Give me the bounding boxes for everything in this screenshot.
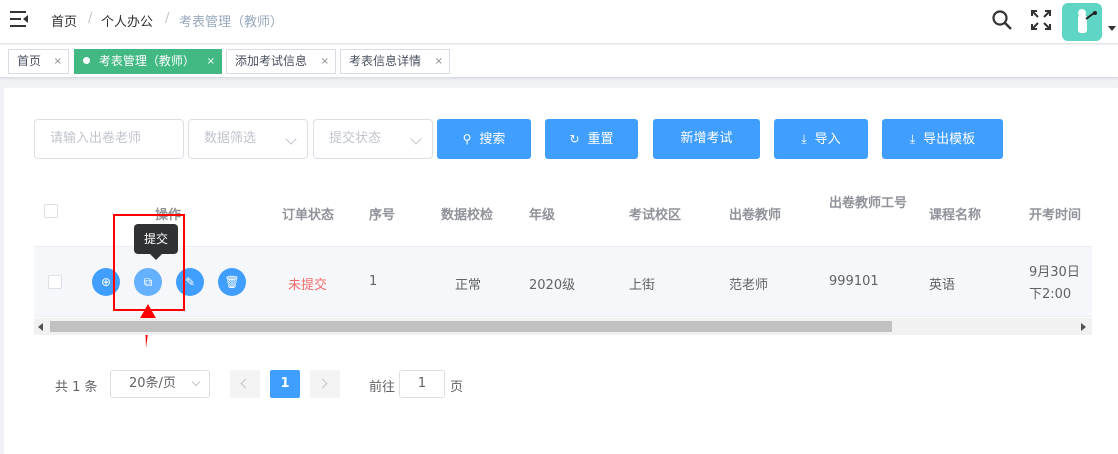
refresh-icon: ↻ [569,132,580,146]
page-size-value: 20条/页 [129,376,176,391]
select-all-checkbox[interactable] [44,204,58,218]
index-cell: 1 [369,274,378,289]
data-filter-select[interactable]: 数据筛选 [188,119,308,159]
search-button-label: 搜索 [479,132,506,147]
chevron-down-icon [410,133,422,145]
reset-button-label: 重置 [587,132,614,147]
column-header: 序号 [369,208,396,223]
user-avatar[interactable] [1062,3,1102,41]
prev-page-button[interactable] [230,370,260,398]
grade-cell: 2020级 [529,278,576,293]
tag-add-exam-info[interactable]: 添加考试信息 × [226,49,336,74]
add-exam-button-label: 新增考试 [680,131,733,146]
scroll-left-arrow-icon[interactable] [38,323,43,331]
start-time-cell: 9月30日下2:00 [1029,265,1080,302]
breadcrumb-separator: / [88,11,93,26]
row-checkbox[interactable] [48,275,62,289]
delete-button[interactable]: 🗑 [218,268,246,296]
breadcrumb-office[interactable]: 个人办公 [101,11,153,30]
horizontal-scrollbar[interactable] [34,318,1092,335]
order-status-cell: 未提交 [288,278,328,293]
tag-exam-detail[interactable]: 考表信息详情 × [340,49,450,74]
column-header: 年级 [529,208,556,223]
column-header: 课程名称 [929,208,982,223]
reset-button[interactable]: ↻ 重置 [545,119,638,159]
goto-label: 前往 [369,380,396,395]
breadcrumb-separator: / [165,11,170,26]
scroll-right-arrow-icon[interactable] [1081,323,1086,331]
chevron-down-icon [191,377,201,387]
column-header: 出卷教师工号 [829,196,908,211]
teacher-cell: 范老师 [729,278,769,293]
close-icon[interactable]: × [321,50,329,73]
close-icon[interactable]: × [54,50,62,73]
export-template-button[interactable]: ⤓ 导出模板 [882,119,1003,159]
pagination-total: 共 1 条 [55,380,98,395]
next-page-button[interactable] [310,370,340,398]
campus-cell: 上街 [629,278,656,293]
column-header: 数据校检 [441,208,494,223]
close-icon[interactable]: × [435,50,443,73]
submit-status-placeholder: 提交状态 [329,131,382,146]
active-dot-icon [83,57,90,64]
fullscreen-icon[interactable] [1030,9,1052,31]
column-header: 考试校区 [629,208,682,223]
download-icon: ⤓ [909,132,916,146]
edit-icon: ✎ [184,275,196,289]
search-button[interactable]: ⚲ 搜索 [437,119,531,159]
course-cell: 英语 [929,278,956,293]
data-filter-placeholder: 数据筛选 [204,131,257,146]
chevron-right-icon [317,378,328,389]
breadcrumb-current: 考表管理（教师） [179,15,284,30]
data-check-cell: 正常 [455,278,482,293]
search-icon[interactable] [991,9,1013,31]
trash-icon: 🗑 [224,275,240,289]
scrollbar-thumb[interactable] [50,321,892,332]
add-exam-button[interactable]: 新增考试 [653,119,760,159]
search-icon: ⚲ [462,132,472,146]
tag-label: 添加考试信息 [235,54,308,68]
page-size-select[interactable]: 20条/页 [110,370,210,398]
tag-exam-management[interactable]: 考表管理（教师） × [74,49,222,74]
tag-label: 首页 [17,54,42,68]
hamburger-icon[interactable] [10,11,28,27]
annotation-highlight-box [113,214,185,311]
column-header: 订单状态 [282,208,335,223]
export-template-button-label: 导出模板 [923,132,976,147]
tag-label: 考表管理（教师） [98,54,195,68]
tag-home[interactable]: 首页 × [8,49,69,74]
close-icon[interactable]: × [207,50,215,73]
page-number-current[interactable]: 1 [270,370,300,398]
chevron-left-icon [240,378,251,389]
breadcrumb-home[interactable]: 首页 [51,11,77,30]
teacher-id-cell: 999101 [829,274,879,289]
column-header: 开考时间 [1029,208,1082,223]
import-button[interactable]: ⤓ 导入 [774,119,868,159]
submit-status-select[interactable]: 提交状态 [313,119,433,159]
download-icon: ⤓ [801,132,807,146]
teacher-input[interactable]: 请输入出卷老师 [34,119,184,159]
page-unit-label: 页 [450,380,464,395]
tags-view-bar: 首页 × 考表管理（教师） × 添加考试信息 × 考表信息详情 × [0,45,1118,78]
import-button-label: 导入 [814,132,841,147]
tag-label: 考表信息详情 [349,54,422,68]
column-header: 出卷教师 [729,208,782,223]
plus-icon: ⊕ [100,275,112,289]
goto-page-input[interactable]: 1 [399,370,445,398]
chevron-down-icon [285,133,297,145]
user-menu-caret-icon[interactable] [1108,26,1116,31]
top-navbar: 首页 / 个人办公 / 考表管理（教师） [0,0,1118,44]
